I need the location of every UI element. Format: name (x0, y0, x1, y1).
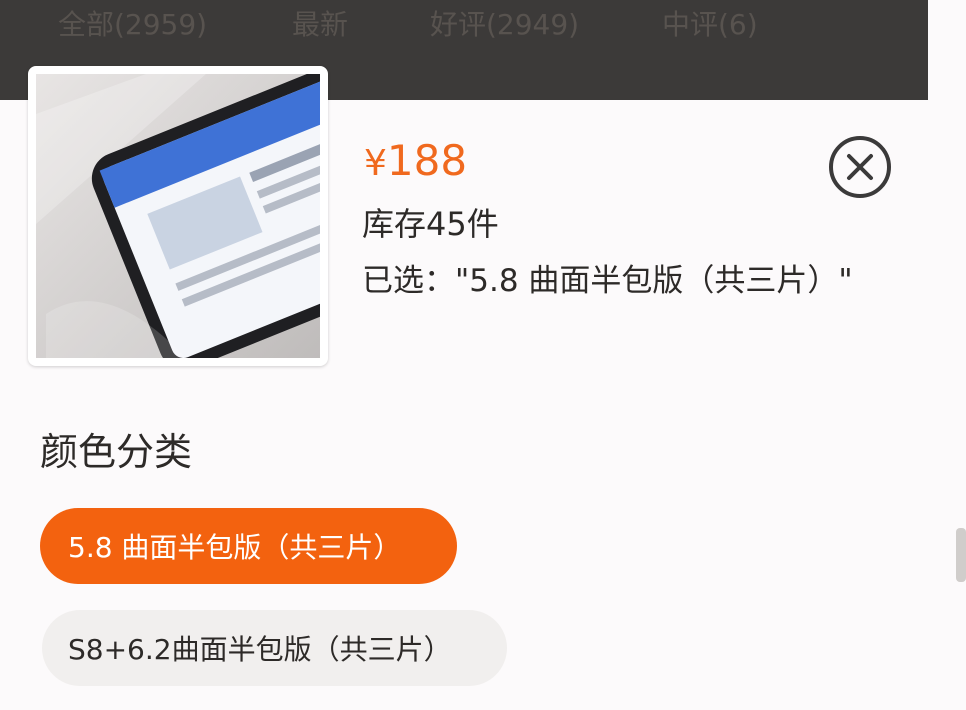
tab-latest[interactable]: 最新 (292, 5, 348, 45)
variant-option-label: 5.8 曲面半包版（共三片） (68, 531, 402, 564)
close-button[interactable] (828, 135, 892, 199)
product-price: ¥188 (364, 136, 467, 189)
tab-neutral[interactable]: 中评(6) (662, 5, 758, 45)
scrollbar-track (928, 0, 966, 710)
section-title: 颜色分类 (40, 430, 193, 474)
scrollbar-thumb[interactable] (956, 528, 966, 582)
variant-option-label: S8+6.2曲面半包版（共三片） (68, 633, 452, 666)
phone-screen-protector-photo-icon (36, 74, 320, 358)
review-tabs: 全部(2959) 最新 好评(2949) 中评(6) (0, 0, 928, 48)
currency-symbol: ¥ (364, 143, 387, 184)
variant-option[interactable]: S8+6.2曲面半包版（共三片） (42, 610, 507, 686)
selected-variant: 已选："5.8 曲面半包版（共三片）" (362, 263, 853, 299)
price-value: 188 (386, 136, 468, 185)
tab-all[interactable]: 全部(2959) (58, 5, 207, 45)
tab-positive[interactable]: 好评(2949) (430, 5, 579, 45)
product-thumbnail[interactable] (28, 66, 328, 366)
stock-count: 库存45件 (362, 205, 499, 243)
variant-option-selected[interactable]: 5.8 曲面半包版（共三片） (40, 508, 457, 584)
close-circle-icon (829, 136, 891, 198)
